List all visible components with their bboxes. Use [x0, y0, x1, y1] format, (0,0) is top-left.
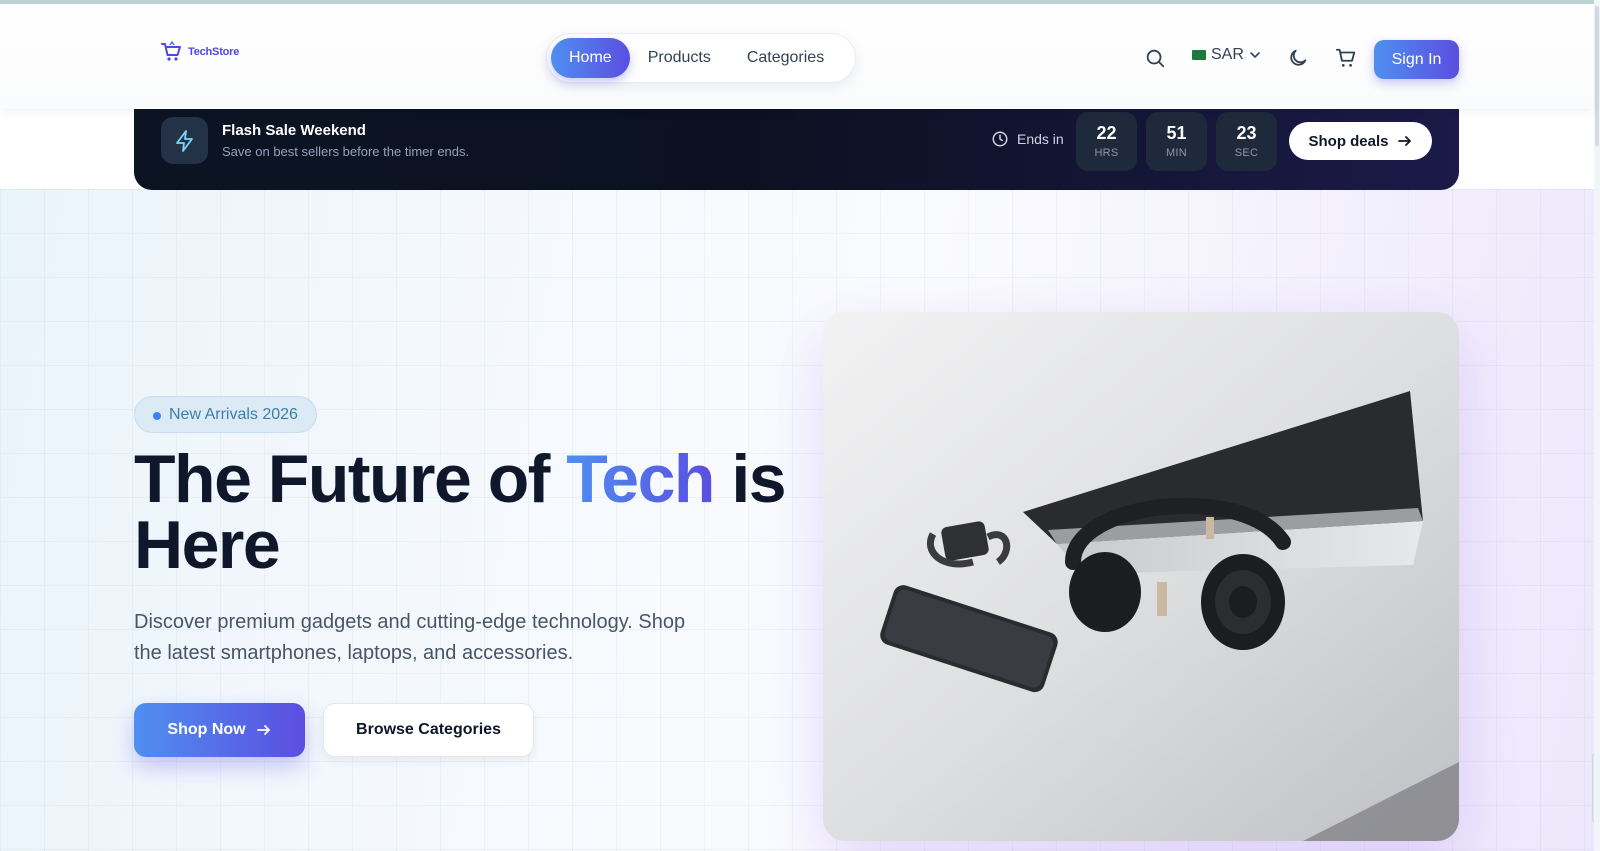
scrollbar-thumb[interactable]	[1595, 6, 1599, 146]
timer-unit: MIN	[1165, 147, 1188, 160]
timer-value: 51	[1166, 122, 1187, 143]
badge-dot	[153, 412, 161, 420]
ends-in: Ends in	[991, 130, 1064, 148]
scrollbar[interactable]	[1594, 0, 1600, 851]
search-icon[interactable]	[1141, 44, 1169, 72]
timer-value: 23	[1236, 122, 1257, 143]
nav-products[interactable]: Products	[630, 38, 729, 78]
shop-deals-button[interactable]: Shop deals	[1289, 122, 1432, 160]
flash-sale-banner: Flash Sale Weekend Save on best sellers …	[134, 108, 1459, 190]
logo-text: TechStore	[188, 46, 240, 58]
timer-unit: HRS	[1094, 147, 1119, 160]
arrow-right-icon	[256, 725, 270, 735]
shop-deals-label: Shop deals	[1308, 132, 1389, 150]
headline-highlight: Tech	[566, 441, 715, 517]
timer-value: 22	[1096, 122, 1117, 143]
saudi-flag-icon	[1192, 50, 1206, 60]
shop-now-button[interactable]: Shop Now	[134, 703, 305, 757]
timer-hours: 22 HRS	[1076, 112, 1137, 171]
main-nav: Home Products Categories	[546, 33, 856, 83]
browse-categories-button[interactable]: Browse Categories	[323, 703, 534, 757]
hero-headline: The Future of Tech is Here	[134, 445, 814, 579]
arrow-right-icon	[1397, 136, 1411, 146]
flash-sale-subtitle: Save on best sellers before the timer en…	[222, 144, 470, 159]
chevron-down-icon	[1250, 52, 1260, 59]
hero-product-image	[823, 312, 1459, 841]
sign-in-button[interactable]: Sign In	[1374, 40, 1459, 79]
lightning-icon	[161, 117, 208, 164]
cart-logo-icon	[161, 40, 181, 61]
site-header: TechStore Home Products Categories SAR S…	[0, 4, 1594, 109]
cart-icon[interactable]	[1332, 44, 1360, 72]
timer-unit: SEC	[1234, 147, 1259, 160]
nav-categories[interactable]: Categories	[729, 38, 842, 78]
new-arrivals-badge: New Arrivals 2026	[134, 396, 317, 433]
flash-sale-title: Flash Sale Weekend	[222, 122, 366, 139]
logo[interactable]: TechStore	[160, 40, 239, 64]
product-photo	[823, 312, 1459, 841]
badge-label: New Arrivals 2026	[169, 405, 298, 423]
currency-selector[interactable]: SAR	[1192, 46, 1261, 64]
clock-icon	[992, 131, 1008, 147]
ends-in-label: Ends in	[1017, 131, 1064, 147]
shop-now-label: Shop Now	[167, 721, 246, 738]
headline-text: The Future of	[134, 441, 567, 517]
currency-label: SAR	[1211, 46, 1244, 63]
moon-icon[interactable]	[1284, 44, 1312, 72]
timer-minutes: 51 MIN	[1146, 112, 1207, 171]
timer-seconds: 23 SEC	[1216, 112, 1277, 171]
nav-home[interactable]: Home	[551, 38, 630, 78]
hero-description: Discover premium gadgets and cutting-edg…	[134, 611, 686, 664]
